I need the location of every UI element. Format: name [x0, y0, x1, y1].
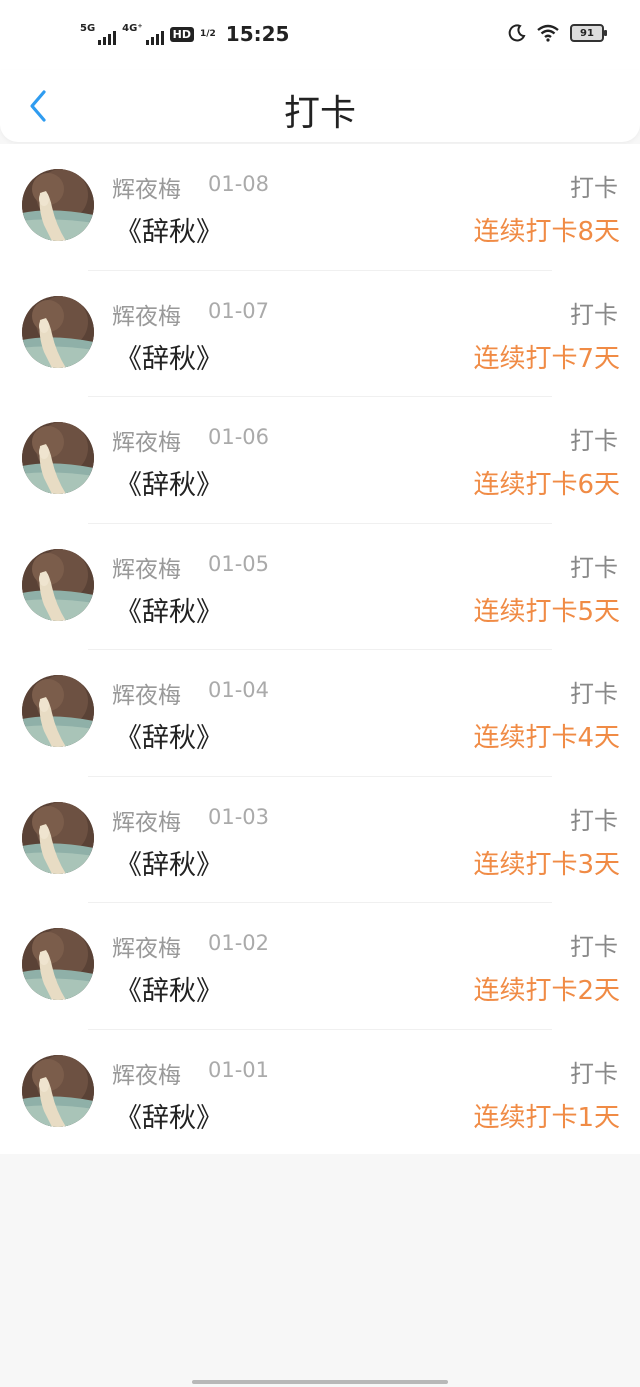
clock: 15:25: [225, 22, 290, 46]
network-type-label: 5G: [80, 23, 96, 34]
avatar-image: [22, 548, 94, 621]
signal-5g-icon: 5G: [80, 23, 117, 45]
hd-voice-badge: HD: [169, 26, 194, 42]
status-right: 91: [508, 24, 607, 42]
avatar[interactable]: [22, 801, 94, 874]
checkin-action-label: 打卡: [570, 1059, 618, 1088]
checkin-list-item[interactable]: 辉夜梅 01-06 《辞秋》 打卡 连续打卡6天: [0, 397, 640, 524]
checkin-action-label: 打卡: [570, 174, 618, 202]
avatar[interactable]: [22, 295, 94, 368]
user-name: 辉夜梅: [112, 430, 181, 456]
checkin-list-item[interactable]: 辉夜梅 01-08 《辞秋》 打卡 连续打卡8天: [0, 144, 640, 271]
avatar-image: [22, 422, 94, 494]
avatar-image: [22, 169, 94, 241]
wifi-icon: [537, 24, 559, 42]
avatar[interactable]: [22, 422, 94, 494]
hd-sim-label: 1/2: [199, 28, 216, 39]
streak-label: 连续打卡1天: [473, 1102, 620, 1133]
streak-label: 连续打卡3天: [473, 849, 620, 880]
checkin-date: 01-05: [208, 551, 270, 576]
checkin-action-label: 打卡: [570, 427, 618, 455]
user-name: 辉夜梅: [112, 936, 181, 962]
streak-label: 连续打卡6天: [473, 470, 620, 500]
battery-icon: 91: [570, 24, 607, 42]
checkin-list-item[interactable]: 辉夜梅 01-03 《辞秋》 打卡 连续打卡3天: [0, 777, 640, 903]
status-bar: 5G 4G⁺ HD 1/2 15:25 91: [0, 0, 640, 70]
avatar[interactable]: [22, 928, 94, 1000]
checkin-date: 01-03: [208, 804, 270, 829]
avatar-image: [22, 928, 94, 1000]
checkin-action-label: 打卡: [570, 553, 618, 582]
nav-bar: 打卡: [0, 70, 640, 142]
user-name: 辉夜梅: [112, 303, 181, 330]
checkin-list: 辉夜梅 01-08 《辞秋》 打卡 连续打卡8天 辉夜梅 01-07 《辞秋》 …: [0, 144, 640, 1154]
streak-label: 连续打卡4天: [473, 723, 620, 753]
book-title[interactable]: 《辞秋》: [115, 463, 223, 502]
checkin-date: 01-08: [208, 172, 270, 196]
book-title[interactable]: 《辞秋》: [115, 337, 223, 376]
avatar-image: [22, 675, 94, 747]
checkin-date: 01-07: [208, 298, 270, 323]
user-name: 辉夜梅: [112, 177, 181, 203]
streak-label: 连续打卡7天: [473, 343, 620, 374]
user-name: 辉夜梅: [112, 556, 181, 583]
checkin-list-item[interactable]: 辉夜梅 01-02 《辞秋》 打卡 连续打卡2天: [0, 903, 640, 1030]
avatar[interactable]: [22, 1054, 94, 1127]
checkin-list-item[interactable]: 辉夜梅 01-05 《辞秋》 打卡 连续打卡5天: [0, 524, 640, 650]
signal-4g-icon: 4G⁺: [122, 23, 164, 45]
streak-label: 连续打卡2天: [473, 976, 620, 1006]
network-type-label-2: 4G⁺: [122, 23, 143, 34]
page-title: 打卡: [283, 93, 356, 134]
checkin-date: 01-02: [208, 931, 270, 955]
book-title[interactable]: 《辞秋》: [115, 843, 223, 882]
checkin-list-item[interactable]: 辉夜梅 01-04 《辞秋》 打卡 连续打卡4天: [0, 650, 640, 777]
checkin-list-item[interactable]: 辉夜梅 01-07 《辞秋》 打卡 连续打卡7天: [0, 271, 640, 397]
avatar[interactable]: [22, 169, 94, 241]
book-title[interactable]: 《辞秋》: [115, 590, 223, 629]
avatar-image: [22, 801, 94, 874]
checkin-date: 01-06: [208, 425, 270, 449]
user-name: 辉夜梅: [112, 683, 181, 709]
checkin-date: 01-04: [208, 678, 270, 702]
battery-level: 91: [580, 27, 594, 39]
user-name: 辉夜梅: [112, 809, 181, 836]
home-indicator[interactable]: [192, 1380, 448, 1384]
avatar-image: [22, 1054, 94, 1127]
checkin-action-label: 打卡: [570, 933, 618, 961]
checkin-date: 01-01: [208, 1057, 270, 1082]
book-title[interactable]: 《辞秋》: [115, 1096, 223, 1135]
book-title[interactable]: 《辞秋》: [115, 969, 223, 1008]
streak-label: 连续打卡5天: [473, 596, 620, 627]
avatar[interactable]: [22, 675, 94, 747]
user-name: 辉夜梅: [112, 1062, 181, 1089]
checkin-list-item[interactable]: 辉夜梅 01-01 《辞秋》 打卡 连续打卡1天: [0, 1030, 640, 1157]
moon-icon: [508, 24, 526, 42]
book-title[interactable]: 《辞秋》: [115, 210, 223, 249]
streak-label: 连续打卡8天: [473, 217, 620, 247]
checkin-action-label: 打卡: [570, 806, 618, 835]
checkin-action-label: 打卡: [570, 300, 618, 329]
status-left: 5G 4G⁺ HD 1/2 15:25: [80, 22, 289, 46]
book-title[interactable]: 《辞秋》: [115, 716, 223, 755]
checkin-action-label: 打卡: [570, 680, 618, 708]
avatar-image: [22, 295, 94, 368]
avatar[interactable]: [22, 548, 94, 621]
